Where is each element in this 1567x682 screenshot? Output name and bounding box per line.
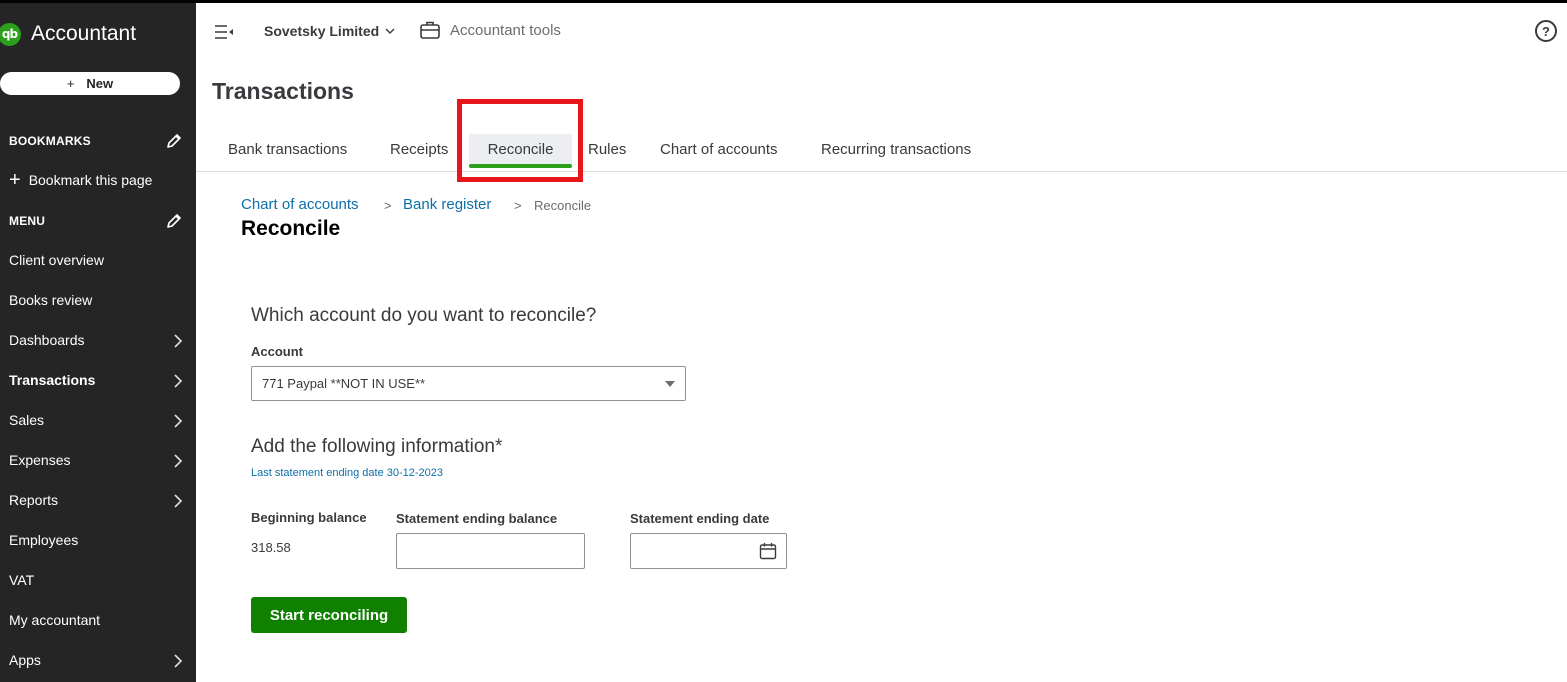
add-info-heading: Add the following information* (251, 436, 503, 457)
sidebar: qb Accountant + New BOOKMARKS + Bookmark… (0, 3, 196, 682)
last-statement-date: Last statement ending date 30-12-2023 (251, 467, 444, 479)
new-button[interactable]: + New (0, 72, 180, 95)
sidebar-item-label: Expenses (9, 452, 71, 468)
chevron-down-icon (385, 28, 395, 34)
highlight-annotation-box (457, 99, 583, 182)
brand[interactable]: qb Accountant (0, 21, 136, 47)
bookmark-this-page-label: Bookmark this page (28, 172, 153, 188)
account-select[interactable]: 771 Paypal **NOT IN USE** (251, 366, 686, 401)
new-button-label: New (86, 76, 114, 91)
sidebar-item-label: Transactions (9, 372, 96, 388)
sidebar-item-label: Employees (9, 532, 79, 548)
breadcrumb-separator: > (384, 198, 392, 213)
account-select-value: 771 Paypal **NOT IN USE** (262, 376, 426, 391)
chevron-right-icon (174, 374, 183, 388)
statement-ending-date-input[interactable] (630, 533, 787, 569)
page-title: Transactions (212, 78, 354, 104)
sidebar-item-sales[interactable]: Sales (9, 410, 187, 430)
tab-chart-of-accounts[interactable]: Chart of accounts (660, 134, 778, 164)
tab-recurring-transactions[interactable]: Recurring transactions (821, 134, 971, 164)
top-border (0, 0, 1567, 3)
sidebar-item-transactions[interactable]: Transactions (9, 370, 187, 390)
sidebar-item-label: Reports (9, 492, 59, 508)
chevron-right-icon (174, 494, 183, 508)
breadcrumb-current: Reconcile (534, 198, 592, 213)
sidebar-item-label: Sales (9, 412, 45, 428)
beginning-balance-value: 318.58 (251, 540, 291, 555)
sidebar-item-label: Client overview (9, 252, 104, 268)
qb-logo-icon: qb (0, 22, 21, 46)
sidebar-item-expenses[interactable]: Expenses (9, 450, 187, 470)
tab-bar: Bank transactions Receipts Reconcile Rul… (196, 128, 1567, 172)
sidebar-item-label: Books review (9, 292, 93, 308)
sidebar-item-my-accountant[interactable]: My accountant (9, 610, 187, 630)
breadcrumb-bank-register[interactable]: Bank register (403, 196, 491, 213)
plus-icon: + (9, 169, 21, 191)
statement-ending-balance-input[interactable] (396, 533, 585, 569)
sidebar-item-dashboards[interactable]: Dashboards (9, 330, 187, 350)
chevron-right-icon (174, 654, 183, 668)
edit-menu-pencil-icon[interactable] (165, 212, 183, 230)
accountant-tools-label: Accountant tools (450, 21, 561, 39)
bookmark-this-page[interactable]: + Bookmark this page (9, 170, 187, 190)
sidebar-item-label: Apps (9, 652, 41, 668)
briefcase-icon (420, 21, 440, 39)
company-name: Sovetsky Limited (264, 23, 380, 39)
breadcrumb-separator: > (514, 198, 522, 213)
plus-icon: + (66, 76, 75, 91)
sidebar-item-label: Dashboards (9, 332, 85, 348)
bookmarks-heading: BOOKMARKS (9, 134, 91, 148)
account-label: Account (251, 344, 303, 359)
sidebar-item-client-overview[interactable]: Client overview (9, 250, 187, 270)
start-reconciling-button[interactable]: Start reconciling (251, 597, 407, 633)
chevron-right-icon (174, 414, 183, 428)
calendar-icon[interactable] (759, 542, 777, 560)
chevron-right-icon (174, 334, 183, 348)
edit-bookmarks-pencil-icon[interactable] (165, 132, 183, 150)
sidebar-item-label: VAT (9, 572, 35, 588)
reconcile-title: Reconcile (241, 217, 341, 240)
sidebar-item-vat[interactable]: VAT (9, 570, 187, 590)
tab-bank-transactions[interactable]: Bank transactions (228, 134, 347, 164)
tab-rules[interactable]: Rules (588, 134, 626, 164)
sidebar-item-reports[interactable]: Reports (9, 490, 187, 510)
statement-ending-date-label: Statement ending date (630, 511, 770, 526)
sidebar-item-label: My accountant (9, 612, 101, 628)
tab-receipts[interactable]: Receipts (390, 134, 448, 164)
collapse-menu-icon[interactable] (214, 24, 234, 40)
sidebar-item-employees[interactable]: Employees (9, 530, 187, 550)
beginning-balance-label: Beginning balance (251, 510, 367, 525)
menu-heading: MENU (9, 214, 46, 228)
sidebar-item-apps[interactable]: Apps (9, 650, 187, 670)
breadcrumb-chart-of-accounts[interactable]: Chart of accounts (241, 196, 359, 213)
accountant-tools[interactable]: Accountant tools (419, 20, 561, 40)
sidebar-item-books-review[interactable]: Books review (9, 290, 187, 310)
help-icon[interactable]: ? (1535, 20, 1557, 42)
account-question: Which account do you want to reconcile? (251, 305, 597, 326)
brand-name: Accountant (31, 22, 137, 45)
statement-ending-balance-label: Statement ending balance (396, 511, 558, 526)
dropdown-arrow-icon (665, 381, 675, 387)
chevron-right-icon (174, 454, 183, 468)
company-switcher[interactable]: Sovetsky Limited (264, 23, 395, 39)
